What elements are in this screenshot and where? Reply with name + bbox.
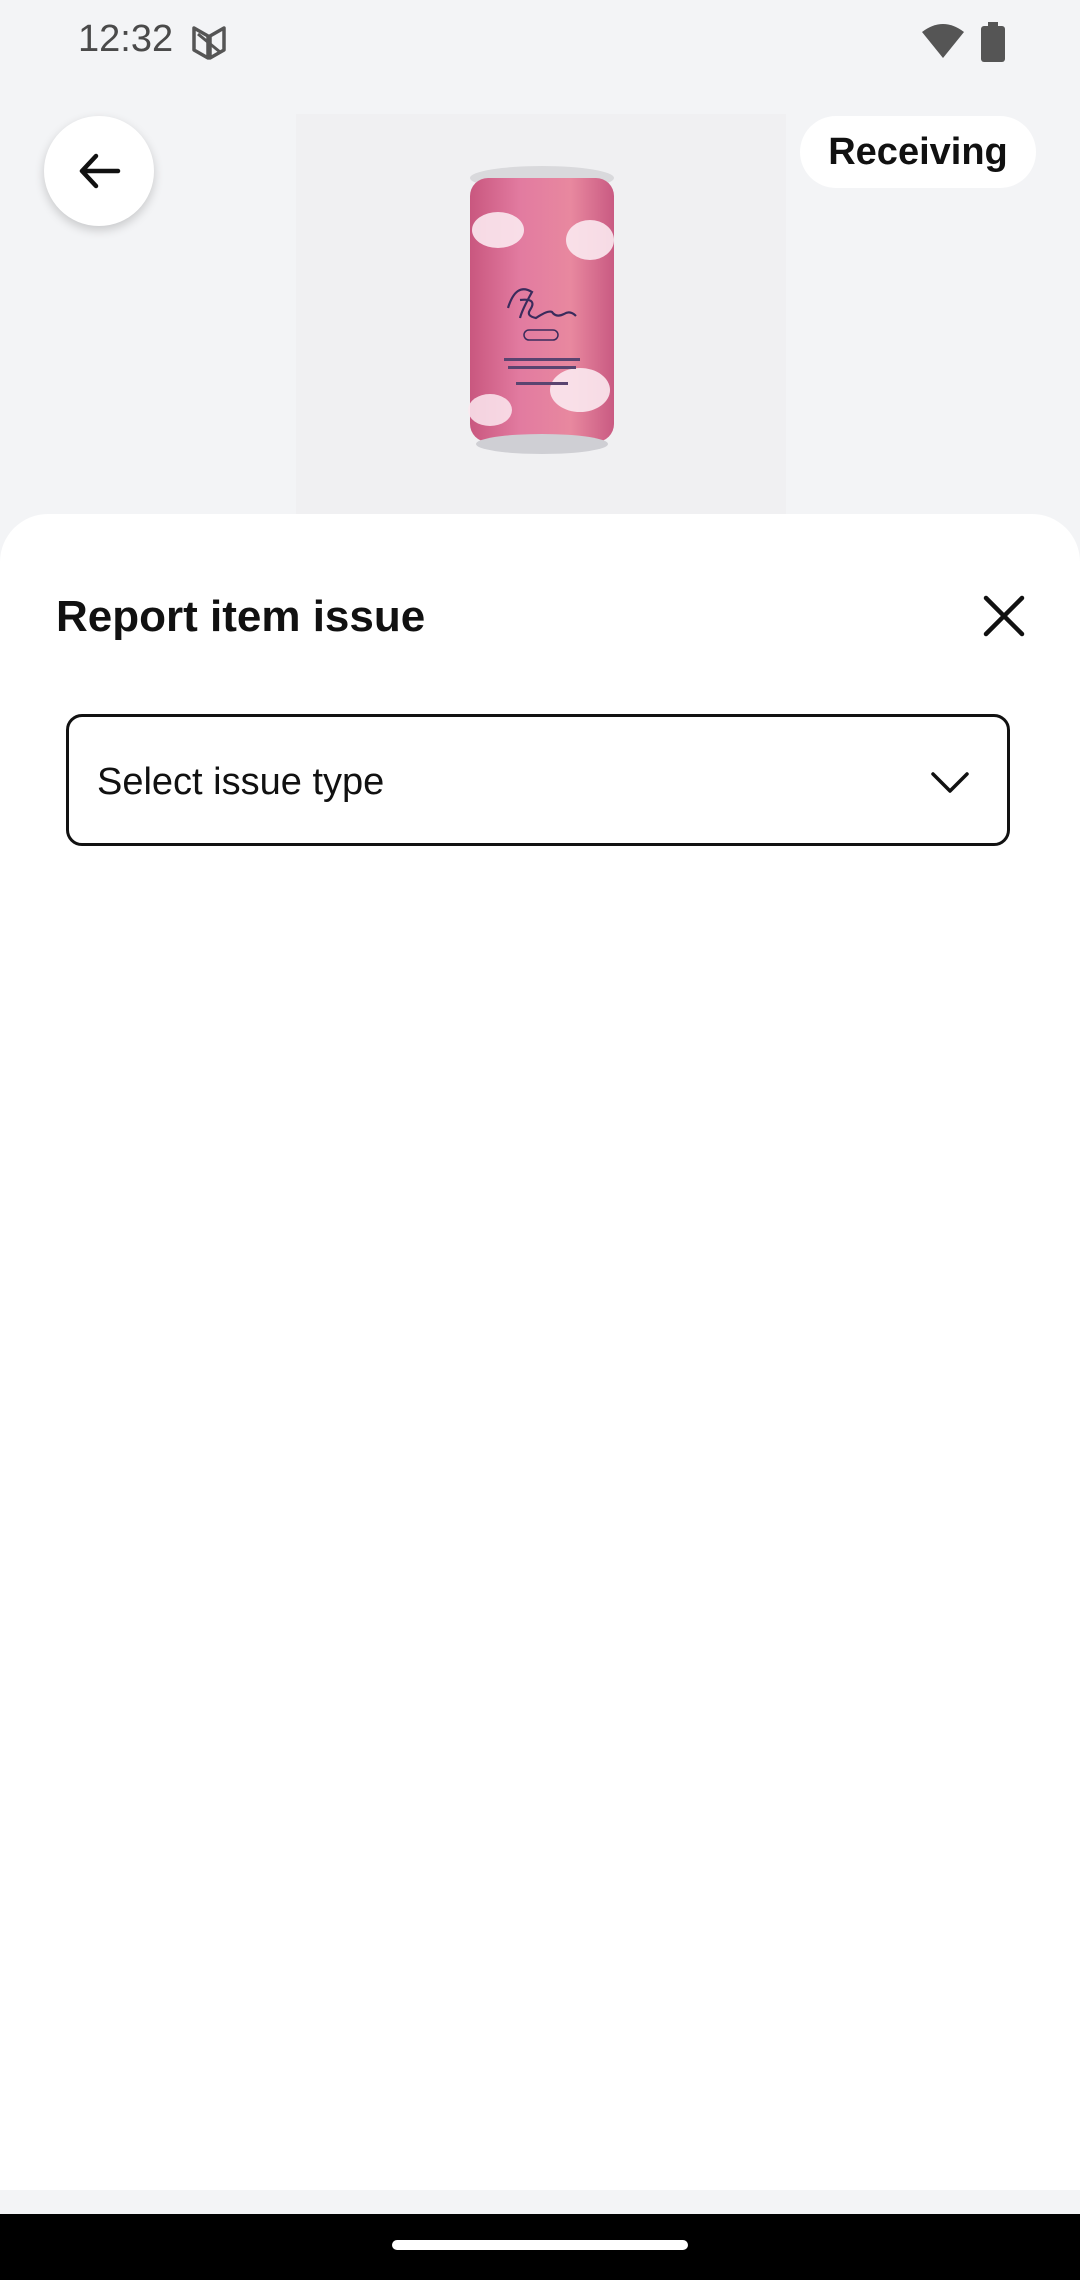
report-issue-sheet: Report item issue Select issue type (0, 514, 1080, 2190)
recess-can-image (468, 166, 614, 454)
issue-type-select[interactable]: Select issue type (66, 714, 1010, 846)
status-time: 12:32 (78, 18, 174, 60)
status-bar: 12:32 (0, 0, 1080, 84)
nav-separator (0, 2190, 1080, 2214)
sheet-title: Report item issue (56, 592, 426, 641)
back-button[interactable] (44, 116, 154, 226)
wifi-icon (922, 24, 964, 58)
close-button[interactable] (976, 588, 1032, 644)
home-indicator[interactable] (392, 2240, 688, 2250)
chevron-down-icon (931, 772, 969, 793)
battery-icon (981, 22, 1005, 62)
receiving-status-pill: Receiving (800, 116, 1036, 188)
issue-type-placeholder: Select issue type (97, 761, 385, 803)
arrow-left-icon (79, 153, 121, 189)
app-notification-icon (192, 26, 226, 60)
close-icon (983, 595, 1025, 637)
